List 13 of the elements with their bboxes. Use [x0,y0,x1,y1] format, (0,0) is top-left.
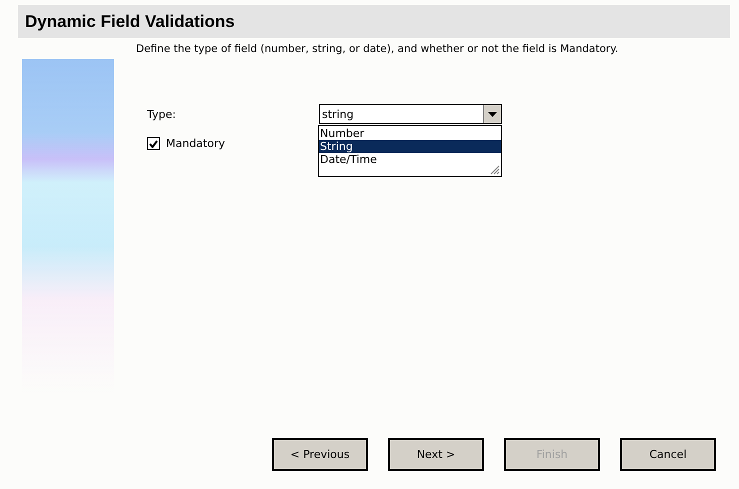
wizard-button[interactable]: Cancel [620,438,716,471]
dropdown-option[interactable]: Date/Time [319,153,501,166]
description-text: Define the type of field (number, string, or date), and whether or not the field is Mandatory. [136,43,620,55]
wizard-button[interactable]: < Previous [272,438,368,471]
page-title: Dynamic Field Validations [25,12,235,32]
type-label: Type: [147,108,177,120]
type-dropdown[interactable]: string [319,104,502,124]
dropdown-option[interactable]: String [319,140,501,153]
resize-grip-icon[interactable] [489,164,500,175]
wizard-button[interactable]: Next > [388,438,484,471]
dropdown-option[interactable]: Number [319,127,501,140]
mandatory-label: Mandatory [166,137,226,150]
mandatory-checkbox[interactable] [147,137,160,150]
